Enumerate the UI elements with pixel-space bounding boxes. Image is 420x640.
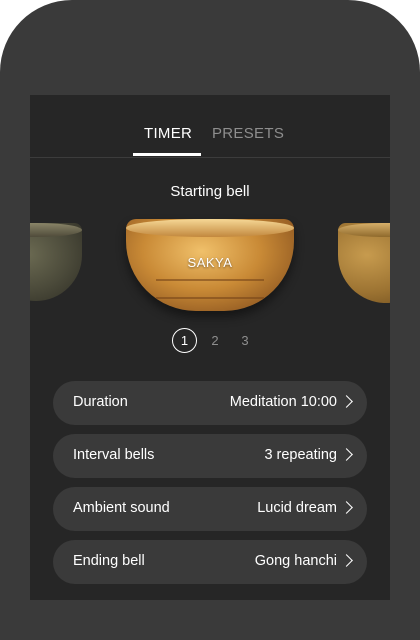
setting-row-duration[interactable]: Duration Meditation 10:00 <box>53 381 367 425</box>
page-indicator-1[interactable]: 1 <box>172 328 197 353</box>
setting-label: Ambient sound <box>73 500 170 516</box>
setting-value: Gong hanchi <box>254 553 337 569</box>
bowl-rim <box>126 219 294 237</box>
tab-bar: TIMER PRESETS <box>30 95 390 158</box>
setting-row-ending-bell[interactable]: Ending bell Gong hanchi <box>53 540 367 584</box>
bowl-rim <box>338 223 390 237</box>
setting-value: Lucid dream <box>257 500 337 516</box>
chevron-right-icon <box>340 554 353 567</box>
chevron-right-icon <box>340 395 353 408</box>
next-bell-image[interactable] <box>338 223 390 303</box>
tab-presets[interactable]: PRESETS <box>212 125 284 142</box>
page-indicator-2[interactable]: 2 <box>202 328 228 354</box>
bowl-rim <box>30 223 82 237</box>
app-screen: TIMER PRESETS Starting bell SAKYA 1 2 3 … <box>30 95 390 600</box>
tab-timer[interactable]: TIMER <box>144 125 192 142</box>
selected-bell-image[interactable]: SAKYA <box>126 219 294 311</box>
setting-value: Meditation 10:00 <box>229 394 337 410</box>
setting-label: Ending bell <box>73 553 145 569</box>
setting-label: Duration <box>73 394 128 410</box>
page-indicator-3[interactable]: 3 <box>232 328 258 354</box>
setting-row-interval-bells[interactable]: Interval bells 3 repeating <box>53 434 367 478</box>
chevron-right-icon <box>340 501 353 514</box>
section-title: Starting bell <box>170 183 250 200</box>
setting-value: 3 repeating <box>264 447 337 463</box>
selected-bell-name: SAKYA <box>187 255 233 270</box>
setting-label: Interval bells <box>73 447 155 463</box>
active-tab-indicator <box>133 153 201 156</box>
setting-row-ambient-sound[interactable]: Ambient sound Lucid dream <box>53 487 367 531</box>
chevron-right-icon <box>340 448 353 461</box>
previous-bell-image[interactable] <box>30 223 82 301</box>
bowl-engraving <box>156 279 264 299</box>
